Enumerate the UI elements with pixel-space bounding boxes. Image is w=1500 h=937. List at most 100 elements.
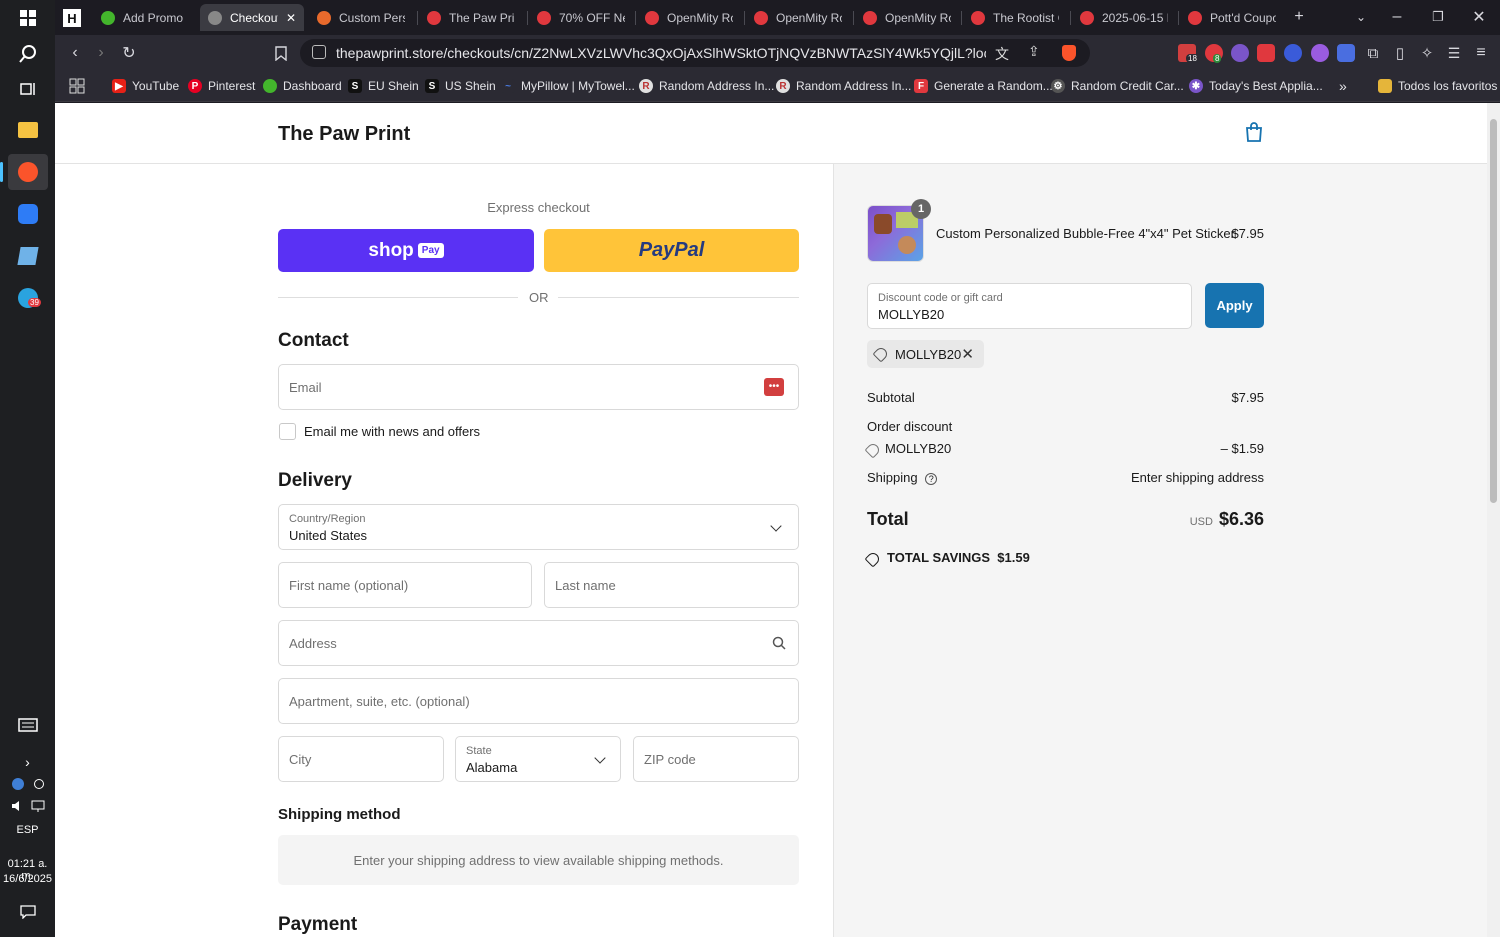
tab-paw-print[interactable]: The Paw Print — [419, 4, 523, 31]
random-address-icon: R — [639, 79, 653, 93]
tab-openmity-3[interactable]: OpenMity Ro — [855, 4, 959, 31]
more-bookmarks-icon[interactable]: » — [1339, 77, 1347, 95]
total-value: $6.36 — [1218, 509, 1264, 529]
apply-discount-button[interactable]: Apply — [1205, 283, 1264, 328]
chevron-right-icon[interactable]: › — [0, 752, 55, 772]
tab-2025-06-15[interactable]: 2025-06-15 N — [1072, 4, 1176, 31]
last-name-field[interactable]: Last name — [544, 562, 799, 608]
city-field[interactable]: City — [278, 736, 444, 782]
forward-icon[interactable]: › — [89, 41, 113, 65]
store-header: The Paw Print — [55, 103, 1487, 164]
telegram-icon[interactable]: 39 — [8, 280, 48, 316]
new-tab-icon[interactable]: + — [1287, 5, 1311, 29]
brave-browser-taskbar-icon[interactable] — [0, 154, 48, 190]
password-manager-icon[interactable]: ••• — [764, 378, 784, 396]
first-name-field[interactable]: First name (optional) — [278, 562, 532, 608]
state-select[interactable]: State Alabama — [455, 736, 621, 782]
all-bookmarks-folder[interactable]: Todos los favoritos — [1378, 77, 1497, 95]
extension-icon-3[interactable] — [1231, 44, 1249, 62]
store-name[interactable]: The Paw Print — [278, 123, 410, 146]
address-bar[interactable]: thepawprint.store/checkouts/cn/Z2NwLXVzL… — [300, 39, 1090, 67]
email-field[interactable]: Email ••• — [278, 364, 799, 410]
minimize-icon[interactable]: – — [1385, 5, 1409, 29]
tab-checkout[interactable]: Checkout ✕ — [200, 4, 304, 31]
extension-icon-5[interactable] — [1284, 44, 1302, 62]
extension-badge: 18 — [1186, 54, 1199, 63]
tab-custom-perso[interactable]: Custom Perso — [309, 4, 413, 31]
zip-code-field[interactable]: ZIP code — [633, 736, 799, 782]
bookmark-pinterest[interactable]: P Pinterest — [188, 77, 255, 95]
bookmark-todays-best[interactable]: ✱ Today's Best Applia... — [1189, 77, 1323, 95]
tab-openmity-2[interactable]: OpenMity Ro — [746, 4, 850, 31]
shipping-value: Enter shipping address — [1131, 470, 1264, 485]
tray-icons[interactable] — [0, 774, 55, 794]
remove-discount-icon[interactable]: ✕ — [961, 345, 974, 363]
total-currency: USD — [1189, 516, 1213, 528]
dashboard-icon — [263, 79, 277, 93]
country-select[interactable]: Country/Region United States — [278, 504, 799, 550]
tab-add-promo[interactable]: Add Promo C — [93, 4, 193, 31]
apartment-field[interactable]: Apartment, suite, etc. (optional) — [278, 678, 799, 724]
input-language[interactable]: ESP — [0, 824, 55, 836]
bookmark-youtube[interactable]: ▶ YouTube — [112, 77, 179, 95]
menu-icon[interactable]: ≡ — [1469, 41, 1493, 65]
subtotal-value: $7.95 — [1231, 390, 1264, 405]
extension-icon-7[interactable] — [1337, 44, 1355, 62]
volume-network-icon[interactable] — [0, 796, 55, 816]
reload-icon[interactable]: ↻ — [117, 41, 141, 65]
hub-icon[interactable]: H — [55, 6, 89, 30]
bookmark-us-shein[interactable]: S US Shein — [425, 77, 496, 95]
sidebar-icon[interactable]: ▯ — [1388, 41, 1412, 65]
paypal-button[interactable]: PayPal — [544, 229, 799, 272]
notification-icon[interactable] — [0, 902, 55, 922]
apps-grid-icon[interactable] — [69, 77, 85, 95]
discount-code-field[interactable]: Discount code or gift card MOLLYB20 — [867, 283, 1192, 329]
tab-pottd[interactable]: Pott'd Coupo — [1180, 4, 1284, 31]
windows-start-icon[interactable] — [0, 6, 55, 30]
extension-icon-6[interactable] — [1311, 44, 1329, 62]
bookmark-random-credit-card[interactable]: ⚙ Random Credit Car... — [1051, 77, 1184, 95]
tab-rootist[interactable]: The Rootist C — [963, 4, 1067, 31]
bookmark-eu-shein[interactable]: S EU Shein — [348, 77, 419, 95]
site-info-icon[interactable] — [312, 45, 326, 59]
bookmark-dashboard[interactable]: Dashboard — [263, 77, 342, 95]
extension-icon-1[interactable]: 18 — [1178, 44, 1199, 63]
tab-close-icon[interactable]: ✕ — [286, 11, 296, 25]
window-close-icon[interactable]: ✕ — [1467, 5, 1491, 29]
vpn-app-icon[interactable] — [8, 196, 48, 232]
restore-icon[interactable]: ❐ — [1426, 5, 1450, 29]
brave-shields-icon[interactable] — [1062, 45, 1076, 61]
translate-icon[interactable]: 文 — [995, 44, 1009, 64]
coupon-tab-icon — [754, 10, 768, 25]
back-icon[interactable]: ‹ — [63, 41, 87, 65]
tab-openmity-1[interactable]: OpenMity Ro — [637, 4, 741, 31]
notes-app-icon[interactable] — [8, 238, 48, 274]
extensions-puzzle-icon[interactable]: ⧉ — [1361, 41, 1385, 65]
task-view-icon[interactable] — [0, 78, 55, 100]
shop-pay-button[interactable]: shop Pay — [278, 229, 534, 272]
widgets-icon[interactable] — [0, 714, 55, 736]
bookmark-generate-random[interactable]: F Generate a Random... — [914, 77, 1053, 95]
bookmark-icon[interactable] — [269, 41, 293, 65]
extension-icon-4[interactable] — [1257, 44, 1275, 62]
address-field[interactable]: Address — [278, 620, 799, 666]
scrollbar-thumb[interactable] — [1490, 119, 1497, 503]
help-circle-icon[interactable]: ? — [925, 472, 938, 485]
page-scrollbar[interactable] — [1487, 103, 1500, 937]
shipping-method-placeholder: Enter your shipping address to view avai… — [278, 835, 799, 885]
leo-ai-icon[interactable]: ✧ — [1415, 41, 1439, 65]
youtube-icon: ▶ — [112, 79, 126, 93]
bookmark-mypillow[interactable]: ~ MyPillow | MyTowel... — [501, 77, 635, 95]
clock-date[interactable]: 16/6/2025 — [0, 873, 55, 885]
bookmark-random-address-1[interactable]: R Random Address In... — [639, 77, 774, 95]
news-offers-checkbox[interactable] — [279, 423, 296, 440]
search-icon[interactable] — [0, 42, 55, 66]
vpn-icon[interactable]: ☰ — [1442, 41, 1466, 65]
file-explorer-icon[interactable] — [8, 112, 48, 148]
tab-list-chevron-icon[interactable]: ⌄ — [1349, 5, 1373, 29]
tab-70-off[interactable]: 70% OFF Nea — [529, 4, 633, 31]
bookmark-random-address-2[interactable]: R Random Address In... — [776, 77, 911, 95]
coupon-extension-icon[interactable]: 8 — [1205, 44, 1223, 63]
shopping-bag-icon[interactable] — [1244, 121, 1264, 143]
share-icon[interactable]: ⇪ — [1028, 43, 1040, 60]
